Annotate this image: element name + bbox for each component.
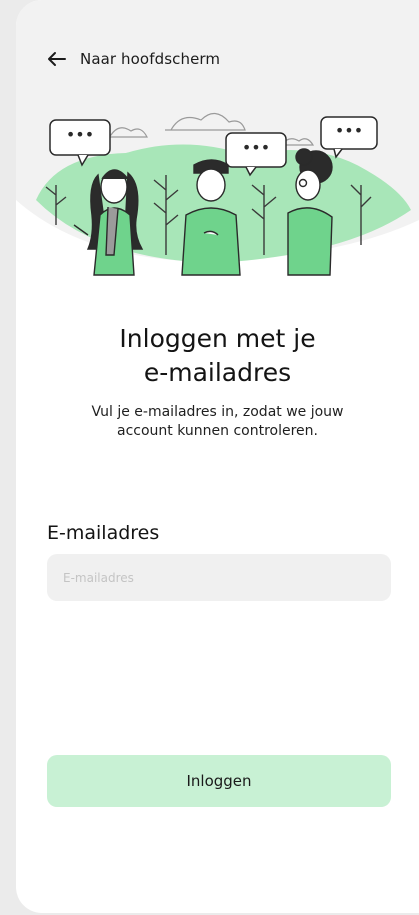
page-title-line-1: Inloggen met je <box>119 324 316 353</box>
speech-bubble-left-text: ••• <box>66 125 94 144</box>
speech-bubble-middle-text: ••• <box>242 138 270 157</box>
back-link-label[interactable]: Naar hoofdscherm <box>80 50 220 68</box>
email-field[interactable] <box>47 554 391 601</box>
login-screen: Naar hoofdscherm ••• ••• ••• Inloggen me… <box>16 0 419 913</box>
login-button[interactable]: Inloggen <box>47 755 391 807</box>
page-title-line-2: e-mailadres <box>143 358 292 387</box>
page-title: Inloggen met je e-mailadres <box>16 322 419 390</box>
arrow-left-icon[interactable] <box>46 51 66 67</box>
page-subtitle: Vul je e-mailadres in, zodat we jouw acc… <box>91 404 344 439</box>
three-people-talking-illustration: ••• ••• ••• <box>36 112 411 276</box>
email-field-label: E-mailadres <box>47 522 160 544</box>
back-to-home-link[interactable]: Naar hoofdscherm <box>46 50 220 68</box>
speech-bubble-right-text: ••• <box>335 121 363 140</box>
